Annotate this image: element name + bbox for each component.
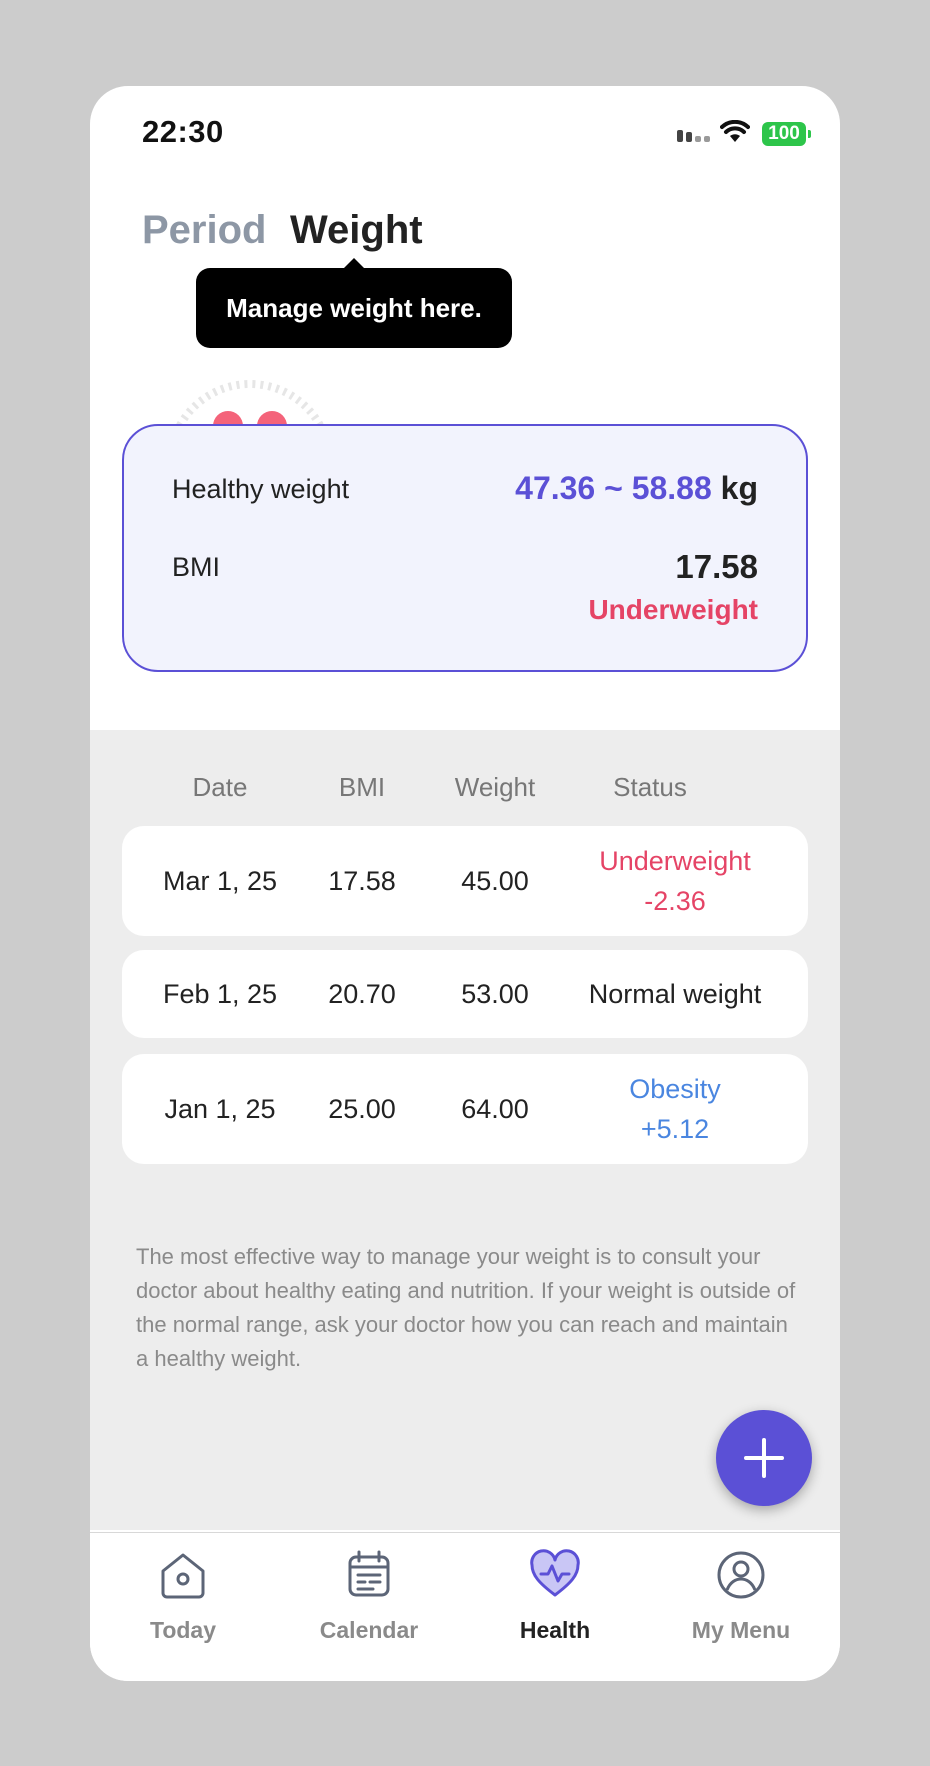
row-status: Underweight -2.36	[542, 826, 808, 936]
row-status-label: Obesity	[629, 1074, 721, 1104]
row-status-label: Normal weight	[588, 979, 762, 1009]
tooltip-text: Manage weight here.	[226, 292, 482, 323]
wifi-icon	[720, 119, 750, 149]
bmi-status: Underweight	[588, 594, 758, 625]
add-weight-button[interactable]	[716, 1410, 812, 1506]
nav-label-calendar: Calendar	[319, 1617, 419, 1643]
column-header-weight: Weight	[454, 772, 536, 802]
tab-weight[interactable]: Weight	[290, 208, 423, 253]
row-status: Normal weight	[542, 950, 808, 1038]
status-time: 22:30	[142, 114, 224, 149]
row-date: Mar 1, 25	[162, 866, 278, 896]
nav-item-my-menu[interactable]: My Menu	[648, 1533, 834, 1681]
row-weight: 45.00	[461, 866, 529, 896]
tab-period[interactable]: Period	[142, 208, 266, 253]
row-status-label: Underweight	[599, 846, 751, 876]
row-status: Obesity +5.12	[542, 1054, 808, 1164]
row-bmi: 17.58	[328, 866, 396, 896]
weight-history-section: Date BMI Weight Status Mar 1, 25 17.58 4…	[90, 730, 840, 1530]
column-header-status: Status	[613, 772, 687, 802]
healthy-weight-label: Healthy weight	[172, 474, 350, 504]
row-weight: 53.00	[461, 979, 529, 1009]
healthy-weight-range: 47.36 ~ 58.88	[515, 470, 712, 506]
row-date: Jan 1, 25	[164, 1094, 276, 1124]
healthy-weight-value: 47.36 ~ 58.88 kg	[515, 470, 758, 507]
row-weight: 64.00	[461, 1094, 529, 1124]
nav-label-health: Health	[519, 1617, 591, 1643]
table-row[interactable]: Feb 1, 25 20.70 53.00 Normal weight	[122, 950, 808, 1038]
nav-label-my-menu: My Menu	[691, 1617, 791, 1643]
table-row[interactable]: Mar 1, 25 17.58 45.00 Underweight -2.36	[122, 826, 808, 936]
nav-item-health[interactable]: Health	[462, 1533, 648, 1681]
column-header-date: Date	[192, 772, 248, 802]
home-icon	[161, 1553, 205, 1599]
table-row[interactable]: Jan 1, 25 25.00 64.00 Obesity +5.12	[122, 1054, 808, 1164]
profile-icon	[717, 1551, 765, 1599]
row-status-delta: -2.36	[644, 886, 706, 916]
weight-summary-card: Healthy weight 47.36 ~ 58.88 kg BMI 17.5…	[122, 424, 808, 672]
battery-icon: 100	[762, 122, 811, 146]
tooltip: Manage weight here.	[196, 258, 512, 348]
bmi-label: BMI	[172, 552, 221, 582]
weight-unit: kg	[720, 470, 758, 506]
weight-advice-note: The most effective way to manage your we…	[136, 1244, 796, 1371]
row-bmi: 20.70	[328, 979, 396, 1009]
column-header-bmi: BMI	[338, 772, 386, 802]
app-screen: 22:30 100 Period Weight Manage weight he…	[90, 86, 840, 1681]
heart-pulse-icon	[530, 1549, 580, 1597]
nav-item-calendar[interactable]: Calendar	[276, 1533, 462, 1681]
table-header: Date BMI Weight Status	[90, 772, 840, 812]
nav-label-today: Today	[149, 1617, 217, 1643]
calendar-icon	[348, 1550, 390, 1597]
bottom-navigation: Today Calendar Health My Menu	[90, 1532, 840, 1681]
row-bmi: 25.00	[328, 1094, 396, 1124]
row-date: Feb 1, 25	[162, 979, 278, 1009]
row-status-delta: +5.12	[640, 1114, 710, 1144]
cellular-signal-icon	[677, 130, 710, 142]
plus-icon	[744, 1438, 784, 1478]
nav-item-today[interactable]: Today	[90, 1533, 276, 1681]
bmi-value: 17.58	[675, 548, 758, 585]
